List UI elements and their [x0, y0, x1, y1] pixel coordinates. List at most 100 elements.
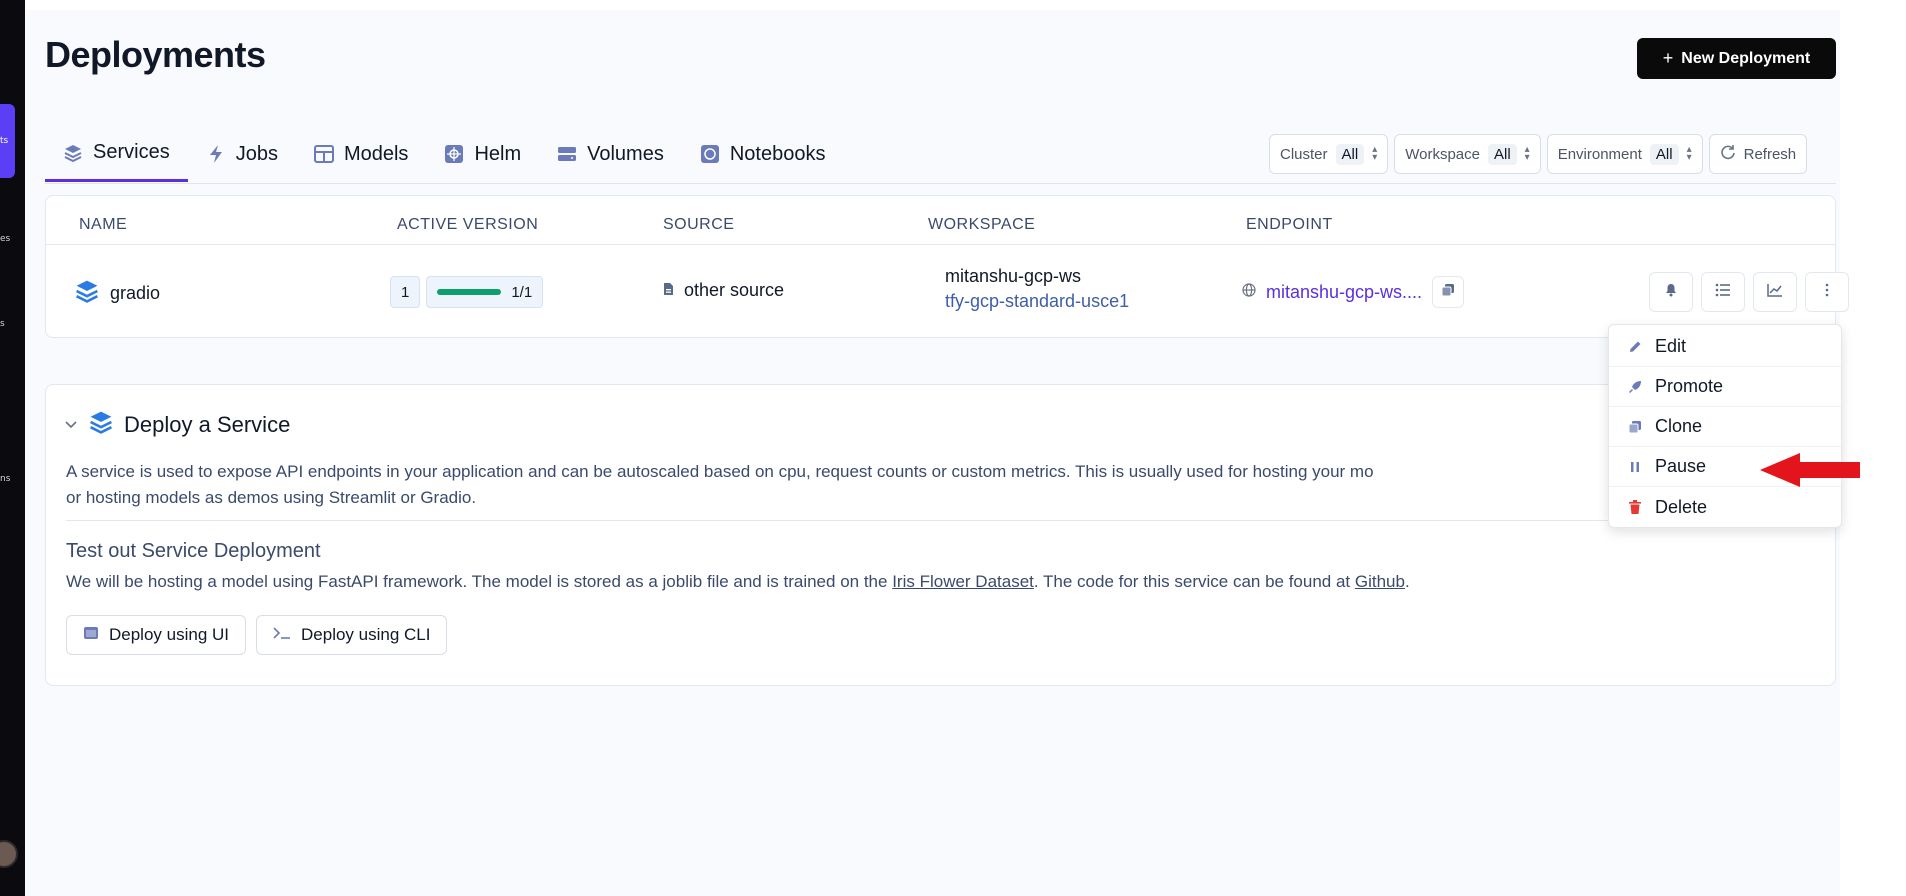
annotation-arrow-icon [1760, 453, 1860, 492]
deploy-using-ui-button[interactable]: Deploy using UI [66, 615, 247, 655]
copy-icon [1627, 419, 1643, 435]
menu-item-edit[interactable]: Edit [1609, 327, 1841, 367]
alerts-button[interactable] [1649, 272, 1693, 312]
copy-icon [1441, 283, 1455, 302]
pencil-icon [1627, 339, 1643, 355]
cluster-filter[interactable]: Cluster All ▴ ▾ [1269, 134, 1389, 174]
new-deployment-button[interactable]: + New Deployment [1637, 38, 1836, 79]
rocket-icon [1627, 379, 1643, 395]
replica-status: 1/1 [426, 276, 544, 308]
version-number: 1 [390, 276, 421, 308]
browser-icon [83, 625, 99, 645]
deploy-service-panel: Deploy a Service A service is used to ex… [45, 384, 1838, 686]
more-options-button[interactable] [1805, 272, 1849, 312]
plus-icon: + [1662, 48, 1674, 68]
sidebar: ts es s ns [0, 0, 25, 896]
helm-icon [444, 144, 464, 164]
menu-item-promote[interactable]: Promote [1609, 367, 1841, 407]
row-options-menu: Edit Promote Clone Pause Delete [1608, 324, 1842, 528]
chevron-down-icon [64, 417, 78, 433]
globe-icon [1242, 282, 1256, 302]
stack-icon [74, 278, 100, 309]
active-version-cell: 1 1/1 [390, 276, 544, 308]
test-deployment-title: Test out Service Deployment [66, 540, 321, 562]
refresh-label: Refresh [1743, 145, 1797, 163]
tab-services[interactable]: Services [45, 126, 188, 182]
workspace-name[interactable]: mitanshu-gcp-ws [945, 266, 1129, 287]
sidebar-label-fragment[interactable]: ns [0, 474, 10, 484]
chart-line-icon [1767, 283, 1783, 302]
stack-icon [63, 143, 83, 163]
menu-label: Promote [1655, 376, 1724, 396]
environment-filter[interactable]: Environment All ▴ ▾ [1546, 134, 1703, 174]
copy-endpoint-button[interactable] [1432, 276, 1465, 308]
description-text: . The code for this service can be found… [1033, 572, 1355, 591]
deploy-buttons: Deploy using UI Deploy using CLI [66, 615, 448, 655]
description-line: or hosting models as demos using Streaml… [66, 488, 477, 507]
sidebar-item-deployments[interactable]: ts [0, 104, 15, 178]
menu-item-delete[interactable]: Delete [1609, 487, 1841, 527]
description-text: We will be hosting a model using FastAPI… [66, 572, 893, 591]
table-icon [313, 144, 334, 164]
tab-label: Helm [474, 142, 522, 165]
github-link[interactable]: Github [1355, 572, 1405, 591]
deploy-service-header[interactable]: Deploy a Service [64, 409, 290, 441]
filter-bar: Cluster All ▴ ▾ Workspace All ▴ ▾ Environm… [1269, 134, 1808, 174]
tab-helm[interactable]: Helm [426, 126, 539, 182]
lightning-icon [206, 144, 226, 164]
description-text: . [1404, 572, 1410, 591]
deploy-service-description: A service is used to expose API endpoint… [66, 459, 1806, 511]
refresh-icon [1720, 144, 1736, 164]
replica-progress-bar [437, 289, 502, 295]
workspace-filter-label: Workspace [1405, 145, 1480, 163]
table-header: NAME ACTIVE VERSION SOURCE WORKSPACE END… [46, 196, 1835, 245]
tab-bar: Services Jobs Models Helm Volumes Notebo… [45, 126, 843, 186]
deploy-using-cli-button[interactable]: Deploy using CLI [256, 615, 448, 655]
tab-divider [45, 183, 1836, 184]
sidebar-label-fragment[interactable]: s [0, 319, 5, 329]
menu-label: Edit [1655, 336, 1687, 356]
cluster-name[interactable]: tfy-gcp-standard-usce1 [945, 291, 1129, 312]
tab-models[interactable]: Models [296, 126, 426, 182]
trash-icon [1627, 499, 1643, 515]
cluster-filter-label: Cluster [1280, 145, 1328, 163]
sidebar-label-fragment[interactable]: es [0, 234, 10, 244]
more-vertical-icon [1825, 283, 1829, 302]
workspace-filter[interactable]: Workspace All ▴ ▾ [1394, 134, 1541, 174]
endpoint-link[interactable]: mitanshu-gcp-ws.... [1266, 282, 1422, 303]
tab-label: Notebooks [729, 142, 826, 165]
chevron-updown-icon: ▴ ▾ [1524, 144, 1530, 163]
tab-label: Volumes [587, 142, 664, 165]
button-label: Deploy using UI [109, 625, 230, 644]
metrics-button[interactable] [1753, 272, 1797, 312]
column-header-endpoint: ENDPOINT [1246, 216, 1333, 233]
service-name[interactable]: gradio [110, 283, 160, 304]
refresh-button[interactable]: Refresh [1708, 134, 1808, 174]
main-content: Deployments + New Deployment Services Jo… [25, 10, 1860, 896]
button-label: Deploy using CLI [301, 625, 431, 644]
file-icon [663, 280, 674, 301]
workspace-cell: mitanshu-gcp-ws tfy-gcp-standard-usce1 [945, 266, 1129, 312]
menu-label: Clone [1655, 416, 1703, 436]
replica-count: 1/1 [511, 283, 533, 301]
source-text: other source [684, 280, 785, 300]
logs-button[interactable] [1701, 272, 1745, 312]
menu-item-clone[interactable]: Clone [1609, 407, 1841, 447]
iris-dataset-link[interactable]: Iris Flower Dataset [892, 572, 1034, 591]
new-deployment-label: New Deployment [1681, 49, 1811, 67]
chevron-updown-icon: ▴ ▾ [1372, 144, 1378, 163]
tab-volumes[interactable]: Volumes [539, 126, 682, 182]
environment-filter-value: All [1649, 143, 1679, 165]
avatar[interactable] [0, 840, 18, 868]
tab-jobs[interactable]: Jobs [188, 126, 296, 182]
workspace-filter-value: All [1487, 143, 1517, 165]
table-row[interactable]: gradio 1 1/1 other source mitanshu-gcp-w… [46, 244, 1849, 339]
description-line: A service is used to expose API endpoint… [66, 462, 1374, 481]
page-title: Deployments [45, 34, 266, 75]
environment-filter-label: Environment [1557, 145, 1642, 163]
tab-notebooks[interactable]: Notebooks [682, 126, 844, 182]
column-header-name: NAME [79, 216, 128, 233]
service-name-cell[interactable]: gradio [74, 278, 160, 309]
list-icon [1715, 283, 1731, 302]
tab-label: Services [93, 141, 170, 163]
